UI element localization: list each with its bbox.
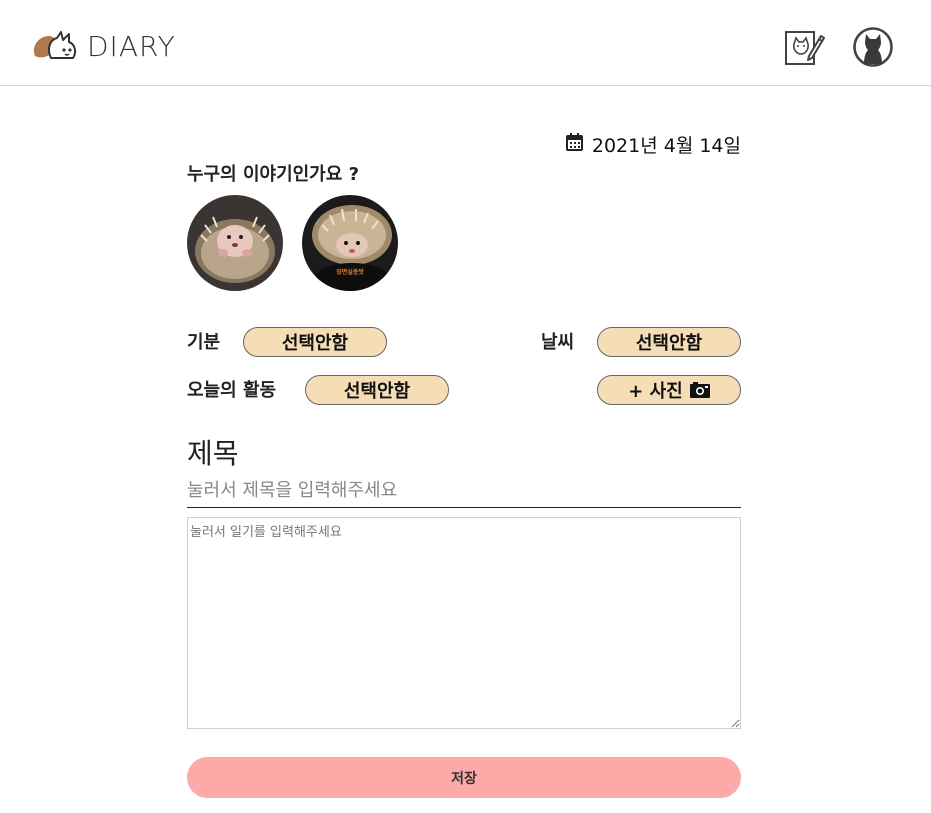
cat-profile-icon[interactable] [852,26,894,68]
mood-label: 기분 [187,332,221,353]
diary-body-textarea[interactable] [187,517,741,729]
title-input[interactable] [187,474,741,508]
diary-date[interactable]: 2021년 4월 14일 [565,131,741,158]
weather-select[interactable]: 선택안함 [597,327,741,357]
activity-label: 오늘의 활동 [187,380,277,401]
hedgehog-photo-2[interactable]: 장면실종쌋 [302,195,398,291]
title-heading: 제목 [187,437,239,470]
camera-icon [689,382,710,398]
add-photo-label: + 사진 [628,381,683,402]
pet-select-label: 누구의 이야기인가요 ? [187,164,360,185]
weather-label: 날씨 [541,332,575,353]
logo[interactable]: DIARY [31,28,176,66]
pet-photo-caption: 장면실종쌋 [336,269,364,276]
diary-write-icon[interactable] [783,26,825,68]
date-text: 2021년 4월 14일 [591,135,741,157]
logo-text: DIARY [87,30,176,63]
calendar-icon [565,133,592,156]
app-header: DIARY [0,0,931,86]
hedgehog-photo-1[interactable] [187,195,283,291]
mood-select[interactable]: 선택안함 [243,327,387,357]
dog-cat-logo-icon [31,28,81,66]
activity-select[interactable]: 선택안함 [305,375,449,405]
save-button[interactable]: 저장 [187,757,741,798]
add-photo-button[interactable]: + 사진 [597,375,741,405]
